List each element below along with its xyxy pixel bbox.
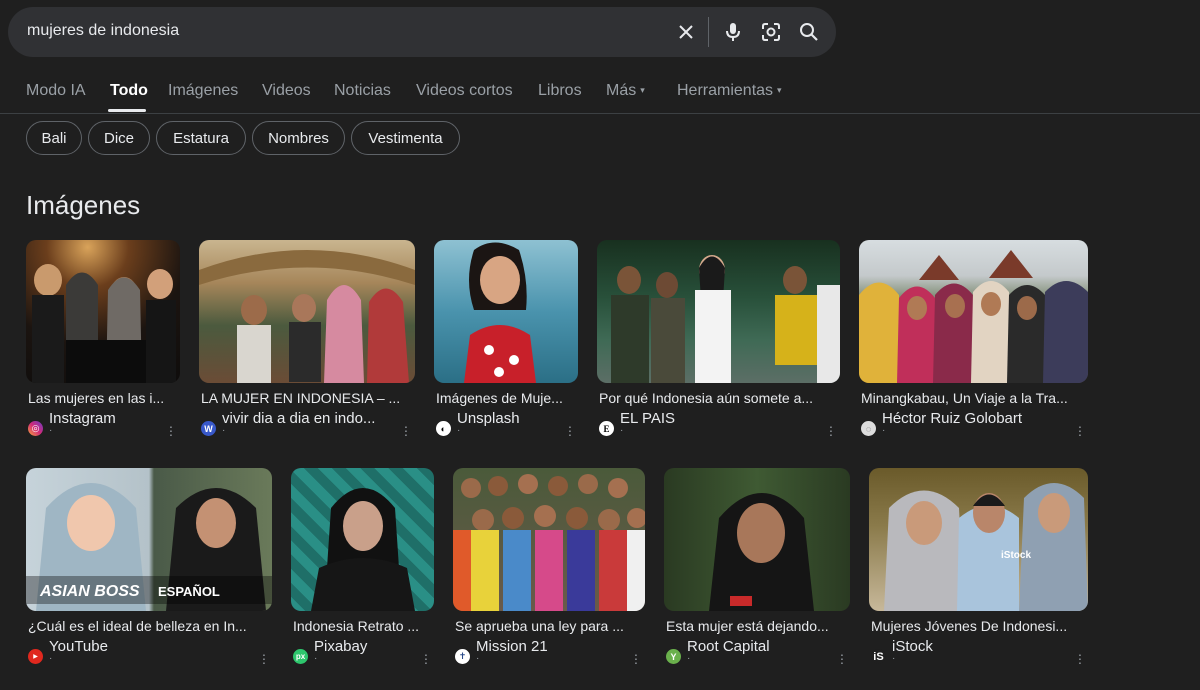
images-section-title: Imágenes: [26, 190, 141, 220]
chip-nombres[interactable]: Nombres: [252, 121, 345, 155]
image-caption-8[interactable]: Se aprueba una ley para ...: [455, 618, 645, 634]
more-options-icon[interactable]: · · ·: [1076, 419, 1084, 441]
image-caption-7[interactable]: Indonesia Retrato ...: [293, 618, 434, 634]
image-result-9[interactable]: [664, 468, 850, 611]
tab-mas[interactable]: Más ▾: [606, 82, 645, 100]
unsplash-icon: ◐: [436, 421, 451, 436]
image-result-6[interactable]: ASIAN BOSS ESPAÑOL: [26, 468, 272, 611]
separator-dot: ·: [314, 653, 318, 664]
more-options-icon[interactable]: · · ·: [632, 647, 640, 669]
image-result-7[interactable]: [291, 468, 434, 611]
search-divider: [708, 17, 709, 47]
more-options-icon[interactable]: · · ·: [260, 647, 268, 669]
more-options-icon[interactable]: · · ·: [167, 419, 175, 441]
search-input[interactable]: mujeres de indonesia: [27, 22, 179, 40]
tab-noticias[interactable]: Noticias: [334, 82, 391, 100]
image-caption-2[interactable]: LA MUJER EN INDONESIA – ...: [201, 390, 415, 406]
image-source-5[interactable]: Héctor Ruiz Golobart: [882, 410, 1022, 427]
image-result-5[interactable]: [859, 240, 1088, 383]
separator-dot: ·: [49, 653, 53, 664]
image-caption-5[interactable]: Minangkabau, Un Viaje a la Tra...: [861, 390, 1088, 406]
tab-libros[interactable]: Libros: [538, 82, 582, 100]
more-options-icon[interactable]: · · ·: [838, 647, 846, 669]
search-bar[interactable]: mujeres de indonesia: [8, 7, 836, 57]
separator-dot: ·: [892, 653, 896, 664]
image-source-9[interactable]: Root Capital: [687, 638, 770, 655]
image-caption-6[interactable]: ¿Cuál es el ideal de belleza en In...: [28, 618, 272, 634]
separator-dot: ·: [687, 653, 691, 664]
pixabay-icon: px: [293, 649, 308, 664]
istock-watermark: iStock: [1001, 550, 1031, 561]
image-source-6[interactable]: YouTube: [49, 638, 108, 655]
wordpress-icon: W: [201, 421, 216, 436]
separator-dot: ·: [476, 653, 480, 664]
mission21-icon: ✝: [455, 649, 470, 664]
tab-herramientas-label: Herramientas: [677, 82, 774, 99]
image-source-8[interactable]: Mission 21: [476, 638, 548, 655]
image-result-2[interactable]: [199, 240, 415, 383]
caret-down-icon: ▾: [640, 85, 645, 96]
clear-icon[interactable]: [674, 20, 698, 44]
chip-estatura[interactable]: Estatura: [156, 121, 246, 155]
image-source-10[interactable]: iStock: [892, 638, 933, 655]
image-source-4[interactable]: EL PAIS: [620, 410, 675, 427]
active-tab-indicator: [108, 109, 146, 112]
chip-dice[interactable]: Dice: [88, 121, 150, 155]
site-icon: ◌: [861, 421, 876, 436]
image-caption-4[interactable]: Por qué Indonesia aún somete a...: [599, 390, 839, 406]
root-capital-icon: Y: [666, 649, 681, 664]
tab-modo-ia[interactable]: Modo IA: [26, 82, 86, 100]
image-caption-10[interactable]: Mujeres Jóvenes De Indonesi...: [871, 618, 1088, 634]
image-source-1[interactable]: Instagram: [49, 410, 116, 427]
instagram-icon: ◎: [28, 421, 43, 436]
youtube-icon: ▶: [28, 649, 43, 664]
more-options-icon[interactable]: · · ·: [566, 419, 574, 441]
more-options-icon[interactable]: · · ·: [1076, 647, 1084, 669]
caret-down-icon: ▾: [777, 85, 782, 96]
tab-imagenes[interactable]: Imágenes: [168, 82, 238, 100]
image-result-1[interactable]: [26, 240, 180, 383]
more-options-icon[interactable]: · · ·: [402, 419, 410, 441]
separator-dot: ·: [457, 425, 461, 436]
lens-icon[interactable]: [759, 20, 783, 44]
separator-dot: ·: [49, 425, 53, 436]
image-caption-3[interactable]: Imágenes de Muje...: [436, 390, 578, 406]
separator-dot: ·: [222, 425, 226, 436]
search-icon[interactable]: [797, 20, 821, 44]
espanol-label: ESPAÑOL: [158, 584, 220, 599]
image-caption-1[interactable]: Las mujeres en las i...: [28, 390, 178, 406]
image-source-3[interactable]: Unsplash: [457, 410, 520, 427]
el-pais-icon: E: [599, 421, 614, 436]
tab-todo[interactable]: Todo: [110, 82, 148, 100]
image-result-4[interactable]: [597, 240, 840, 383]
separator-dot: ·: [620, 425, 624, 436]
more-options-icon[interactable]: · · ·: [827, 419, 835, 441]
tab-videos-cortos[interactable]: Videos cortos: [416, 82, 513, 100]
tab-videos[interactable]: Videos: [262, 82, 311, 100]
image-caption-9[interactable]: Esta mujer está dejando...: [666, 618, 850, 634]
image-result-10[interactable]: iStock: [869, 468, 1088, 611]
chip-bali[interactable]: Bali: [26, 121, 82, 155]
microphone-icon[interactable]: [721, 20, 745, 44]
separator-dot: ·: [882, 425, 886, 436]
image-source-7[interactable]: Pixabay: [314, 638, 367, 655]
image-result-3[interactable]: [434, 240, 578, 383]
tabs-divider: [0, 113, 1200, 114]
tab-herramientas[interactable]: Herramientas ▾: [677, 82, 782, 100]
image-source-2[interactable]: vivir dia a dia en indo...: [222, 410, 392, 427]
tab-mas-label: Más: [606, 82, 637, 99]
image-result-8[interactable]: [453, 468, 645, 611]
chip-vestimenta[interactable]: Vestimenta: [351, 121, 460, 155]
more-options-icon[interactable]: · · ·: [422, 647, 430, 669]
istock-icon: iS: [871, 649, 886, 664]
asian-boss-logo: ASIAN BOSS: [39, 583, 140, 600]
